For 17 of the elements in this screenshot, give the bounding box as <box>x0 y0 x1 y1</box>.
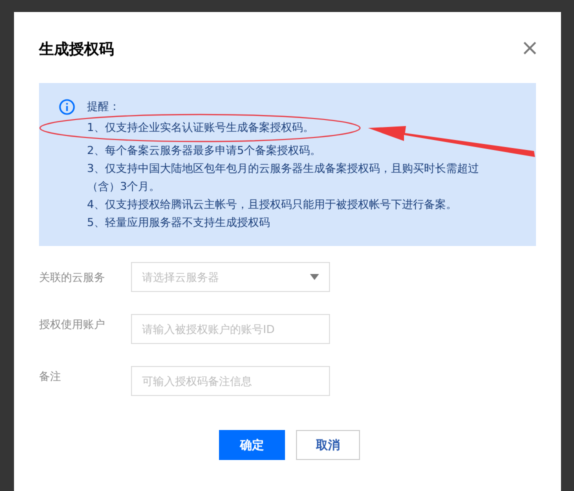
notice-text: 1、仅支持企业实名认证账号生成备案授权码。 <box>87 120 314 136</box>
cancel-button[interactable]: 取消 <box>296 430 360 460</box>
notice-text: 4、仅支持授权给腾讯云主帐号，且授权码只能用于被授权帐号下进行备案。 <box>87 197 457 213</box>
notice-text: 3、仅支持中国大陆地区包年包月的云服务器生成备案授权码，且购买时长需超过（含）3个月。 <box>87 161 480 195</box>
input-field[interactable]: 请输入被授权账户的账号ID <box>131 314 330 344</box>
notice-text: 5、轻量应用服务器不支持生成授权码 <box>87 215 270 231</box>
field-label: 关联的云服务 <box>39 270 106 285</box>
caret-icon <box>310 274 319 280</box>
field-label: 授权使用账户 <box>39 317 106 332</box>
notice-text: 2、每个备案云服务器最多申请5个备案授权码。 <box>87 143 321 159</box>
field-label: 备注 <box>39 369 62 384</box>
info-icon <box>59 99 75 115</box>
input-field[interactable]: 可输入授权码备注信息 <box>131 366 330 396</box>
close-button[interactable]: × <box>520 39 539 59</box>
dialog-title: 生成授权码 <box>39 40 114 58</box>
confirm-button[interactable]: 确定 <box>219 430 285 460</box>
notice-heading: 提醒： <box>87 99 120 115</box>
